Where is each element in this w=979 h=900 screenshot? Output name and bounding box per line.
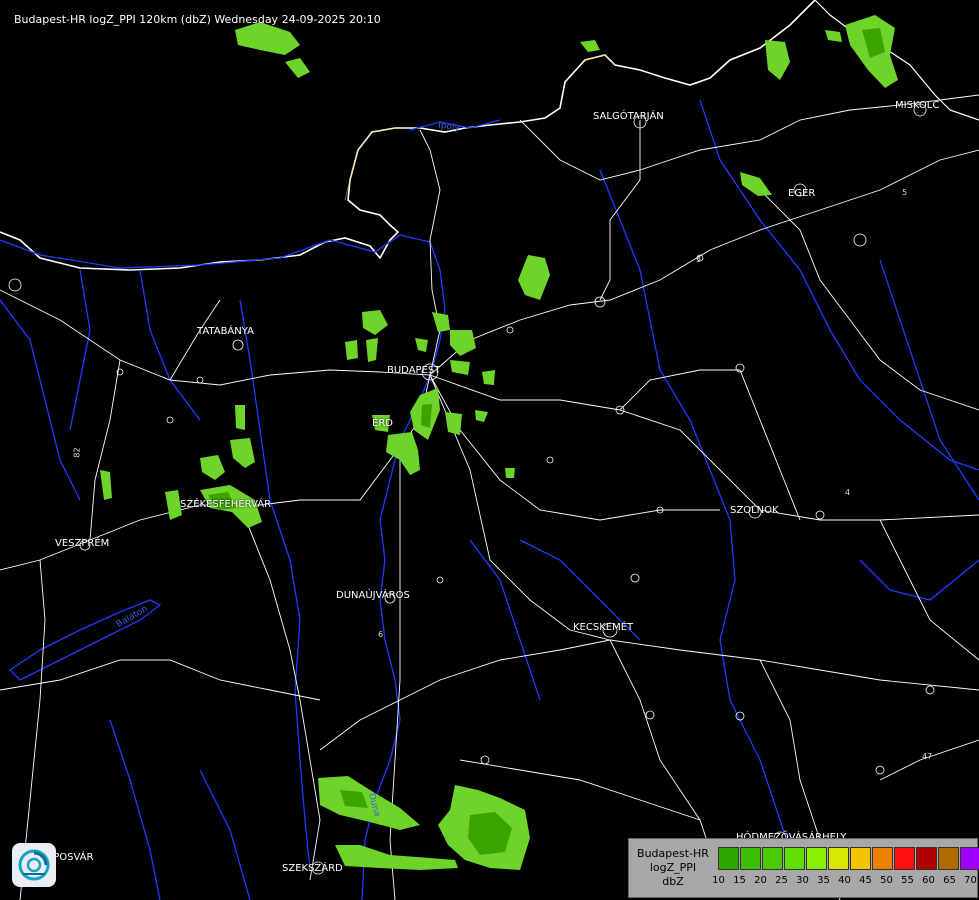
legend-tick-label: 25 — [775, 875, 788, 886]
legend-title: Budapest-HR logZ_PPI dbZ — [629, 847, 717, 889]
roads — [0, 94, 979, 900]
map-title: Budapest-HR logZ_PPI 120km (dbZ) Wednesd… — [14, 13, 381, 26]
legend-swatch — [872, 847, 893, 870]
city-label: EGER — [788, 188, 816, 199]
legend-tick-label: 50 — [880, 875, 893, 886]
legend-tick-label: 40 — [838, 875, 851, 886]
legend-swatch — [784, 847, 805, 870]
legend-tick-label: 45 — [859, 875, 872, 886]
city-label: SZEKSZÁRD — [282, 863, 343, 874]
road-number: 4 — [845, 488, 851, 497]
legend-swatch — [850, 847, 871, 870]
legend-title-line: dbZ — [662, 875, 684, 888]
road-number: 5 — [902, 188, 908, 197]
radar-map: Budapest-HR logZ_PPI 120km (dbZ) Wednesd… — [0, 0, 979, 900]
legend-tick-label: 10 — [712, 875, 725, 886]
legend-tick-label: 15 — [733, 875, 746, 886]
legend-swatch — [960, 847, 979, 870]
road-number: 3 — [696, 255, 702, 264]
city-label: KECSKEMÉT — [573, 622, 634, 633]
legend-swatches — [718, 847, 979, 870]
dbz-legend: Budapest-HR logZ_PPI dbZ 10 15 20 25 30 35 40 4… — [628, 838, 979, 898]
city-label: VESZPRÉM — [55, 538, 110, 549]
map-canvas — [0, 0, 979, 900]
radar-echoes — [100, 15, 898, 870]
service-logo — [12, 843, 56, 887]
city-label: DUNAÚJVÁROS — [336, 590, 410, 601]
legend-tick-label: 55 — [901, 875, 914, 886]
legend-tick-label: 20 — [754, 875, 767, 886]
legend-swatch — [740, 847, 761, 870]
city-label: TATABÁNYA — [197, 326, 254, 337]
city-label: SZOLNOK — [730, 505, 779, 516]
city-label: SALGÓTARJÁN — [593, 111, 664, 122]
legend-tick-label: 70 — [964, 875, 977, 886]
legend-tick-label: 65 — [943, 875, 956, 886]
legend-ticks: 10 15 20 25 30 35 40 45 50 55 60 65 70 — [708, 875, 979, 886]
legend-swatch — [806, 847, 827, 870]
city-label: BUDAPEST — [387, 365, 441, 376]
swirl-logo-icon — [18, 849, 50, 881]
legend-tick-label: 30 — [796, 875, 809, 886]
rivers — [0, 99, 979, 900]
legend-swatch — [894, 847, 915, 870]
city-label: SZÉKESFEHÉRVÁR — [180, 499, 272, 510]
city-label: MISKOLC — [895, 100, 940, 111]
legend-swatch — [718, 847, 739, 870]
city-label: ÉRD — [372, 418, 393, 429]
legend-swatch — [916, 847, 937, 870]
settlements — [8, 103, 935, 875]
road-number: 47 — [922, 752, 933, 761]
legend-tick-label: 35 — [817, 875, 830, 886]
legend-swatch — [762, 847, 783, 870]
legend-title-line: logZ_PPI — [649, 861, 697, 874]
legend-title-line: Budapest-HR — [637, 847, 709, 860]
road-number: 6 — [378, 630, 384, 639]
legend-swatch — [828, 847, 849, 870]
legend-tick-label: 60 — [922, 875, 935, 886]
road-number: 82 — [72, 447, 82, 458]
legend-swatch — [938, 847, 959, 870]
country-border — [0, 0, 816, 271]
